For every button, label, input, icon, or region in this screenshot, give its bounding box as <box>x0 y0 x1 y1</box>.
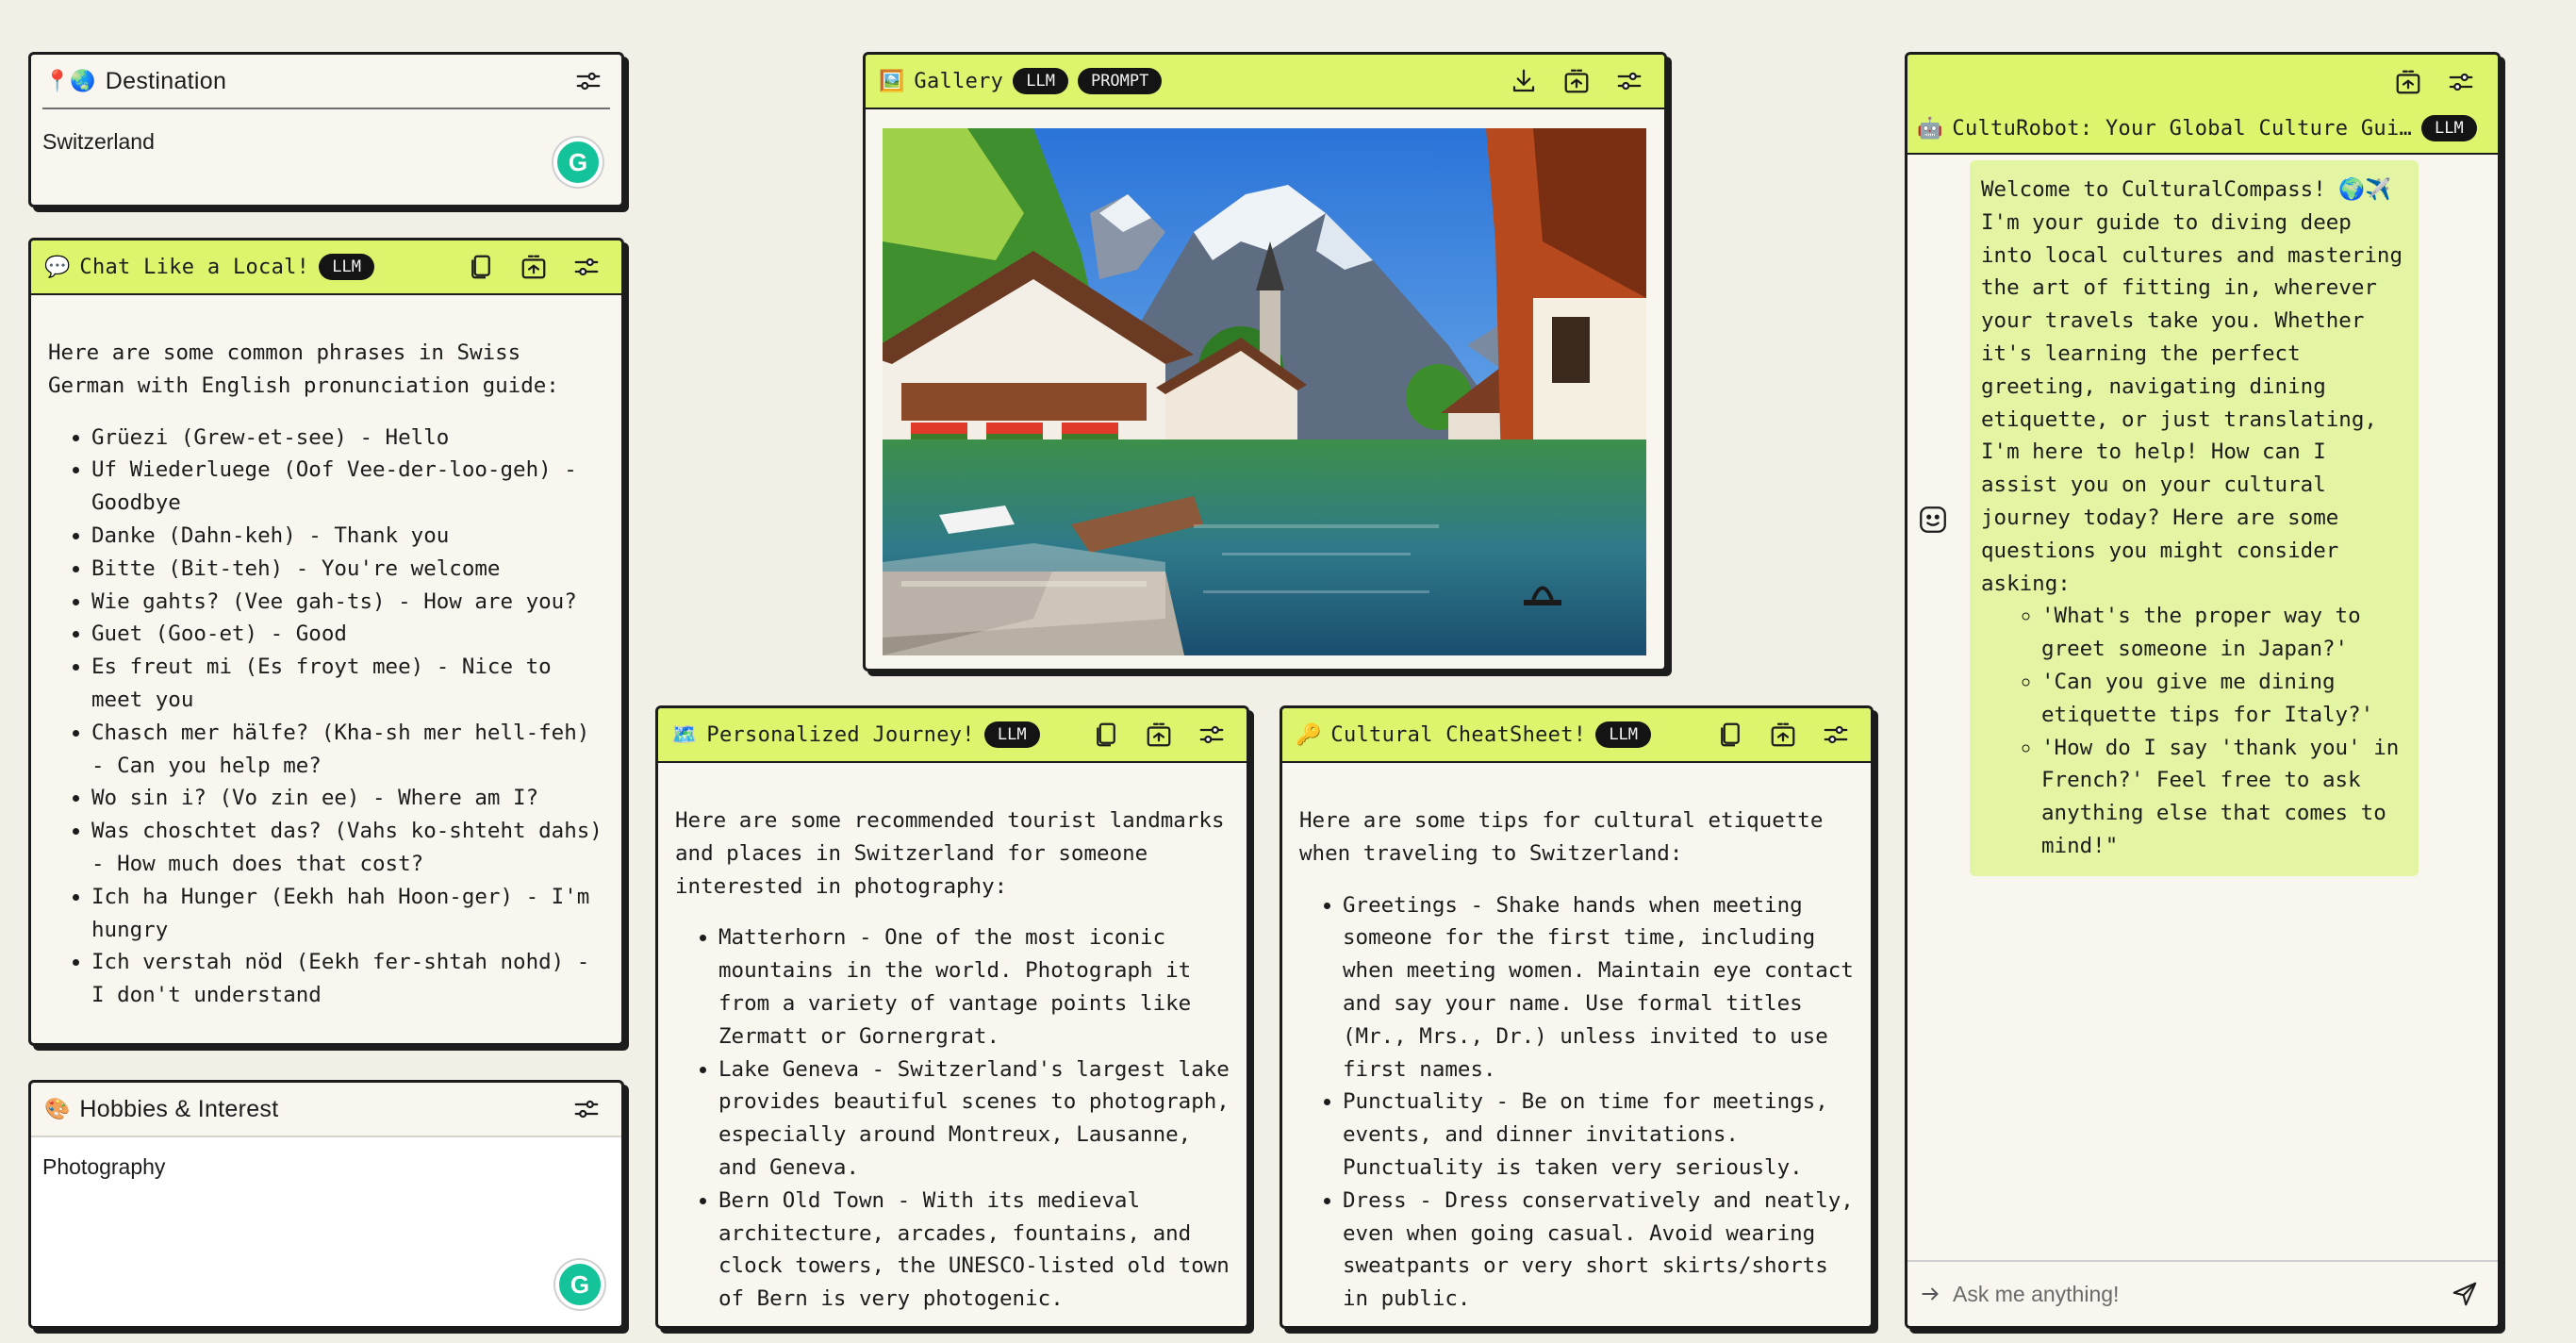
cheatsheet-intro: Here are some tips for cultural etiquett… <box>1299 808 1824 866</box>
swiss-village-lake-image <box>883 128 1646 655</box>
chat-input-bar <box>1907 1260 2498 1326</box>
export-icon[interactable] <box>2392 66 2424 98</box>
llm-badge: LLM <box>1013 68 1068 94</box>
settings-sliders-icon[interactable] <box>1196 719 1228 751</box>
journey-title: Personalized Journey! <box>706 722 975 747</box>
key-icon: 🔑 <box>1296 722 1322 746</box>
export-icon[interactable] <box>518 251 550 283</box>
journey-intro: Here are some recommended tourist landma… <box>675 808 1225 899</box>
copy-icon[interactable] <box>1090 719 1122 751</box>
list-item: Bitte (Bit-teh) - You're welcome <box>91 553 606 586</box>
destination-input[interactable]: Switzerland <box>42 129 155 155</box>
list-item: Wo sin i? (Vo zin ee) - Where am I? <box>91 782 606 815</box>
list-item: Grüezi (Grew-et-see) - Hello <box>91 422 606 455</box>
arrow-right-icon <box>1919 1282 1943 1306</box>
settings-sliders-icon[interactable] <box>1613 65 1645 97</box>
list-item: Punctuality - Be on time for meetings, e… <box>1343 1086 1856 1184</box>
list-item: Guet (Goo-et) - Good <box>91 618 606 651</box>
phrase-list: Grüezi (Grew-et-see) - Hello Uf Wiederlu… <box>48 422 606 1012</box>
culturobot-title: CultuRobot: Your Global Culture Gui… <box>1952 116 2413 141</box>
list-item: Chasch mer hälfe? (Kha-sh mer hell-feh) … <box>91 717 606 783</box>
destination-node: 📍🌏 Destination Switzerland G <box>28 52 624 207</box>
list-item: Wie gahts? (Vee gah-ts) - How are you? <box>91 586 606 619</box>
journey-header: 🗺️ Personalized Journey! LLM <box>658 708 1247 763</box>
list-item: Lake Geneva - Switzerland's largest lake… <box>718 1053 1231 1185</box>
settings-sliders-icon[interactable] <box>572 65 604 97</box>
cheatsheet-node: 🔑 Cultural CheatSheet! LLM Here are some… <box>1280 705 1874 1329</box>
gallery-title: Gallery <box>914 69 1004 93</box>
gallery-node: 🖼️ Gallery LLM PROMPT <box>863 52 1667 672</box>
bot-message-text: Welcome to CulturalCompass! 🌍✈️ I'm your… <box>1981 177 2403 596</box>
copy-icon[interactable] <box>1714 719 1746 751</box>
export-icon[interactable] <box>1143 719 1175 751</box>
cheatsheet-title: Cultural CheatSheet! <box>1330 722 1587 747</box>
speech-bubble-icon: 💬 <box>44 255 71 278</box>
list-item: Ich verstah nöd (Eekh fer-shtah nohd) - … <box>91 946 606 1012</box>
chat-local-title: Chat Like a Local! <box>79 255 310 279</box>
settings-sliders-icon[interactable] <box>1820 719 1852 751</box>
chat-local-header: 💬 Chat Like a Local! LLM <box>31 240 621 295</box>
list-item: Greetings - Shake hands when meeting som… <box>1343 889 1856 1086</box>
gallery-header: 🖼️ Gallery LLM PROMPT <box>866 55 1664 109</box>
llm-badge: LLM <box>319 254 374 280</box>
list-item: Dress - Dress conservatively and neatly,… <box>1343 1185 1856 1316</box>
chat-input[interactable] <box>1951 1280 2449 1308</box>
list-item: Matterhorn - One of the most iconic moun… <box>718 921 1231 1053</box>
download-icon[interactable] <box>1508 65 1540 97</box>
list-item: Was choschtet das? (Vahs ko-shteht dahs)… <box>91 815 606 881</box>
bot-message: Welcome to CulturalCompass! 🌍✈️ I'm your… <box>1970 160 2419 876</box>
landmark-list: Matterhorn - One of the most iconic moun… <box>675 921 1231 1316</box>
list-item: 'Can you give me dining etiquette tips f… <box>2041 666 2403 732</box>
chat-local-node: 💬 Chat Like a Local! LLM Here are some c… <box>28 238 624 1046</box>
settings-sliders-icon[interactable] <box>570 251 603 283</box>
prompt-badge: PROMPT <box>1077 68 1163 94</box>
culturobot-node: 🤖 CultuRobot: Your Global Culture Gui… L… <box>1905 52 2501 1329</box>
destination-title: Destination <box>105 67 227 94</box>
palette-icon: 🎨 <box>44 1097 71 1120</box>
chat-local-content: Here are some common phrases in Swiss Ge… <box>48 337 606 1012</box>
list-item: Es freut mi (Es froyt mee) - Nice to mee… <box>91 651 606 717</box>
framed-picture-icon: 🖼️ <box>879 69 905 92</box>
hobbies-node: 🎨 Hobbies & Interest Photography G <box>28 1080 624 1329</box>
settings-sliders-icon[interactable] <box>2445 66 2477 98</box>
hobbies-input[interactable]: Photography <box>42 1154 165 1180</box>
list-item: 'How do I say 'thank you' in French?' Fe… <box>2041 732 2403 863</box>
llm-badge: LLM <box>1595 721 1652 748</box>
grammarly-icon[interactable]: G <box>555 1260 604 1309</box>
list-item: 'What's the proper way to greet someone … <box>2041 600 2403 666</box>
export-icon[interactable] <box>1560 65 1593 97</box>
journey-content: Here are some recommended tourist landma… <box>675 804 1231 1316</box>
copy-icon[interactable] <box>465 251 497 283</box>
world-map-icon: 🗺️ <box>671 722 698 746</box>
list-item: Uf Wiederluege (Oof Vee-der-loo-geh) - G… <box>91 454 606 520</box>
culturobot-header: 🤖 CultuRobot: Your Global Culture Gui… L… <box>1907 55 2498 155</box>
list-item: Danke (Dahn-keh) - Thank you <box>91 520 606 553</box>
gallery-image[interactable] <box>883 128 1646 655</box>
llm-badge: LLM <box>2421 115 2477 141</box>
llm-badge: LLM <box>983 721 1040 748</box>
hobbies-header: 🎨 Hobbies & Interest <box>31 1083 621 1137</box>
suggestion-list: 'What's the proper way to greet someone … <box>1981 600 2403 862</box>
hobbies-input-area[interactable]: Photography G <box>31 1137 621 1326</box>
chat-local-intro: Here are some common phrases in Swiss Ge… <box>48 340 559 398</box>
journey-node: 🗺️ Personalized Journey! LLM Here are so… <box>655 705 1249 1329</box>
pin-globe-icon: 📍🌏 <box>44 69 96 92</box>
list-item: Ich ha Hunger (Eekh hah Hoon-ger) - I'm … <box>91 881 606 947</box>
settings-sliders-icon[interactable] <box>570 1093 603 1125</box>
robot-icon: 🤖 <box>1917 116 1943 140</box>
send-icon[interactable] <box>2449 1278 2481 1310</box>
cheatsheet-content: Here are some tips for cultural etiquett… <box>1299 804 1856 1316</box>
cheatsheet-header: 🔑 Cultural CheatSheet! LLM <box>1282 708 1871 763</box>
hobbies-title: Hobbies & Interest <box>79 1095 279 1122</box>
grammarly-icon[interactable]: G <box>553 138 603 187</box>
list-item: Bern Old Town - With its medieval archit… <box>718 1185 1231 1316</box>
destination-header: 📍🌏 Destination <box>42 55 610 109</box>
etiquette-list: Greetings - Shake hands when meeting som… <box>1299 889 1856 1316</box>
bot-avatar-icon <box>1917 504 1949 536</box>
export-icon[interactable] <box>1767 719 1799 751</box>
